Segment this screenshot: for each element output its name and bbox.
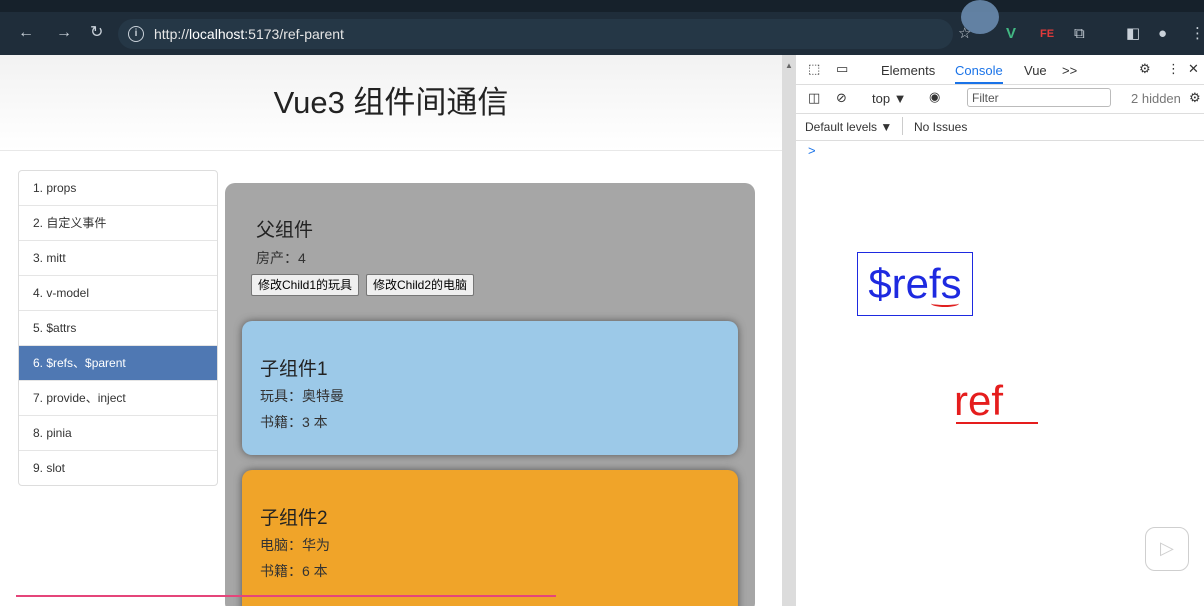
nav-item-attrs[interactable]: 5. $attrs <box>19 311 217 346</box>
nav-item-refs-parent[interactable]: 6. $refs、$parent <box>19 346 217 381</box>
tab-vue[interactable]: Vue <box>1024 63 1047 78</box>
nav-list: 1. props 2. 自定义事件 3. mitt 4. v-model 5. … <box>18 170 218 486</box>
live-expression-eye-icon[interactable]: ◉ <box>929 89 940 105</box>
nav-item-custom-event[interactable]: 2. 自定义事件 <box>19 206 217 241</box>
tab-strip <box>0 0 1204 12</box>
console-settings-icon[interactable]: ⚙ <box>1189 90 1201 106</box>
app-page: Vue3 组件间通信 1. props 2. 自定义事件 3. mitt 4. … <box>0 55 782 606</box>
fe-extension-icon[interactable]: FE <box>1040 24 1054 44</box>
reload-icon[interactable]: ↻ <box>90 22 103 44</box>
child1-title: 子组件1 <box>260 359 328 380</box>
address-bar[interactable]: i http://localhost:5173/ref-parent <box>118 19 953 49</box>
parent-house-text: 房产：4 <box>256 250 306 266</box>
url-path: :5173/ref-parent <box>244 26 344 42</box>
child1-toy-text: 玩具：奥特曼 <box>260 388 344 404</box>
nav-item-pinia[interactable]: 8. pinia <box>19 416 217 451</box>
console-prompt[interactable]: > <box>808 143 816 158</box>
scroll-up-arrow-icon[interactable]: ▲ <box>785 61 793 70</box>
devtools-tab-bar: ⬚ ▭ Elements Console Vue >> ⚙ ⋮ ✕ <box>796 55 1204 85</box>
parent-title: 父组件 <box>256 220 314 241</box>
levels-divider <box>902 117 903 135</box>
context-select[interactable]: top ▼ <box>872 91 907 106</box>
nav-item-props[interactable]: 1. props <box>19 171 217 206</box>
close-icon[interactable]: ✕ <box>1188 61 1199 77</box>
browser-menu-icon[interactable]: ⋮ <box>1190 24 1204 44</box>
change-child1-toy-button[interactable]: 修改Child1的玩具 <box>251 274 360 296</box>
hidden-count: 2 hidden <box>1131 91 1181 106</box>
url-prefix: http:// <box>154 26 190 42</box>
devtools-splitter[interactable]: ▲ <box>782 55 796 606</box>
sidebar-toggle-icon[interactable]: ◫ <box>808 90 820 106</box>
child2-books-text: 书籍：6 本 <box>260 563 328 579</box>
annotation-ref: ref <box>954 377 1038 424</box>
back-icon[interactable]: ← <box>18 22 34 44</box>
child-component-1: 子组件1 玩具：奥特曼 书籍：3 本 <box>242 321 738 455</box>
info-icon[interactable]: i <box>128 26 144 42</box>
filter-input[interactable]: Filter <box>967 88 1111 107</box>
default-levels-dropdown[interactable]: Default levels ▼ <box>805 120 892 134</box>
nav-item-v-model[interactable]: 4. v-model <box>19 276 217 311</box>
annotation-ref-text: ref <box>954 377 1004 424</box>
annotation-ref-underline <box>956 422 1038 424</box>
browser-toolbar: ← → ↻ i http://localhost:5173/ref-parent… <box>0 0 1204 55</box>
inspect-element-icon[interactable]: ⬚ <box>808 61 820 77</box>
more-tabs-icon[interactable]: >> <box>1062 63 1077 78</box>
url-text[interactable]: http://localhost:5173/ref-parent <box>154 26 344 42</box>
page-title: Vue3 组件间通信 <box>0 55 782 151</box>
forward-icon[interactable]: → <box>56 22 72 44</box>
nav-item-provide-inject[interactable]: 7. provide、inject <box>19 381 217 416</box>
bookmark-star-icon[interactable]: ☆ <box>958 24 971 44</box>
change-child2-computer-button[interactable]: 修改Child2的电脑 <box>366 274 475 296</box>
devtools-menu-icon[interactable]: ⋮ <box>1167 61 1180 77</box>
console-toolbar: ◫ ⊘ top ▼ ◉ Filter 2 hidden ⚙ <box>796 85 1204 114</box>
child2-computer-text: 电脑：华为 <box>260 537 330 553</box>
progress-line <box>16 595 556 597</box>
side-panel-icon[interactable]: ◧ <box>1126 24 1140 44</box>
devtools-panel: ⬚ ▭ Elements Console Vue >> ⚙ ⋮ ✕ ◫ ⊘ to… <box>796 55 1204 606</box>
vue-devtools-extension-icon[interactable]: V <box>1006 24 1016 44</box>
annotation-refs: $refs <box>857 252 973 316</box>
tab-elements[interactable]: Elements <box>881 63 935 78</box>
video-play-icon[interactable]: ▷ <box>1145 527 1189 571</box>
child-component-2: 子组件2 电脑：华为 书籍：6 本 <box>242 470 738 606</box>
extensions-puzzle-icon[interactable]: ⧉ <box>1074 24 1085 44</box>
issues-link[interactable]: No Issues <box>914 120 967 134</box>
settings-gear-icon[interactable]: ⚙ <box>1139 61 1151 77</box>
annotation-refs-squiggle <box>931 300 959 307</box>
console-levels-bar: Default levels ▼ No Issues <box>796 114 1204 141</box>
child2-title: 子组件2 <box>260 508 328 529</box>
nav-item-slot[interactable]: 9. slot <box>19 451 217 485</box>
clear-console-icon[interactable]: ⊘ <box>836 90 847 106</box>
device-toggle-icon[interactable]: ▭ <box>836 61 848 77</box>
nav-item-mitt[interactable]: 3. mitt <box>19 241 217 276</box>
child1-books-text: 书籍：3 本 <box>260 414 328 430</box>
url-host: localhost <box>189 26 245 42</box>
user-avatar-icon[interactable]: ● <box>1158 24 1167 44</box>
tab-console[interactable]: Console <box>955 63 1003 84</box>
